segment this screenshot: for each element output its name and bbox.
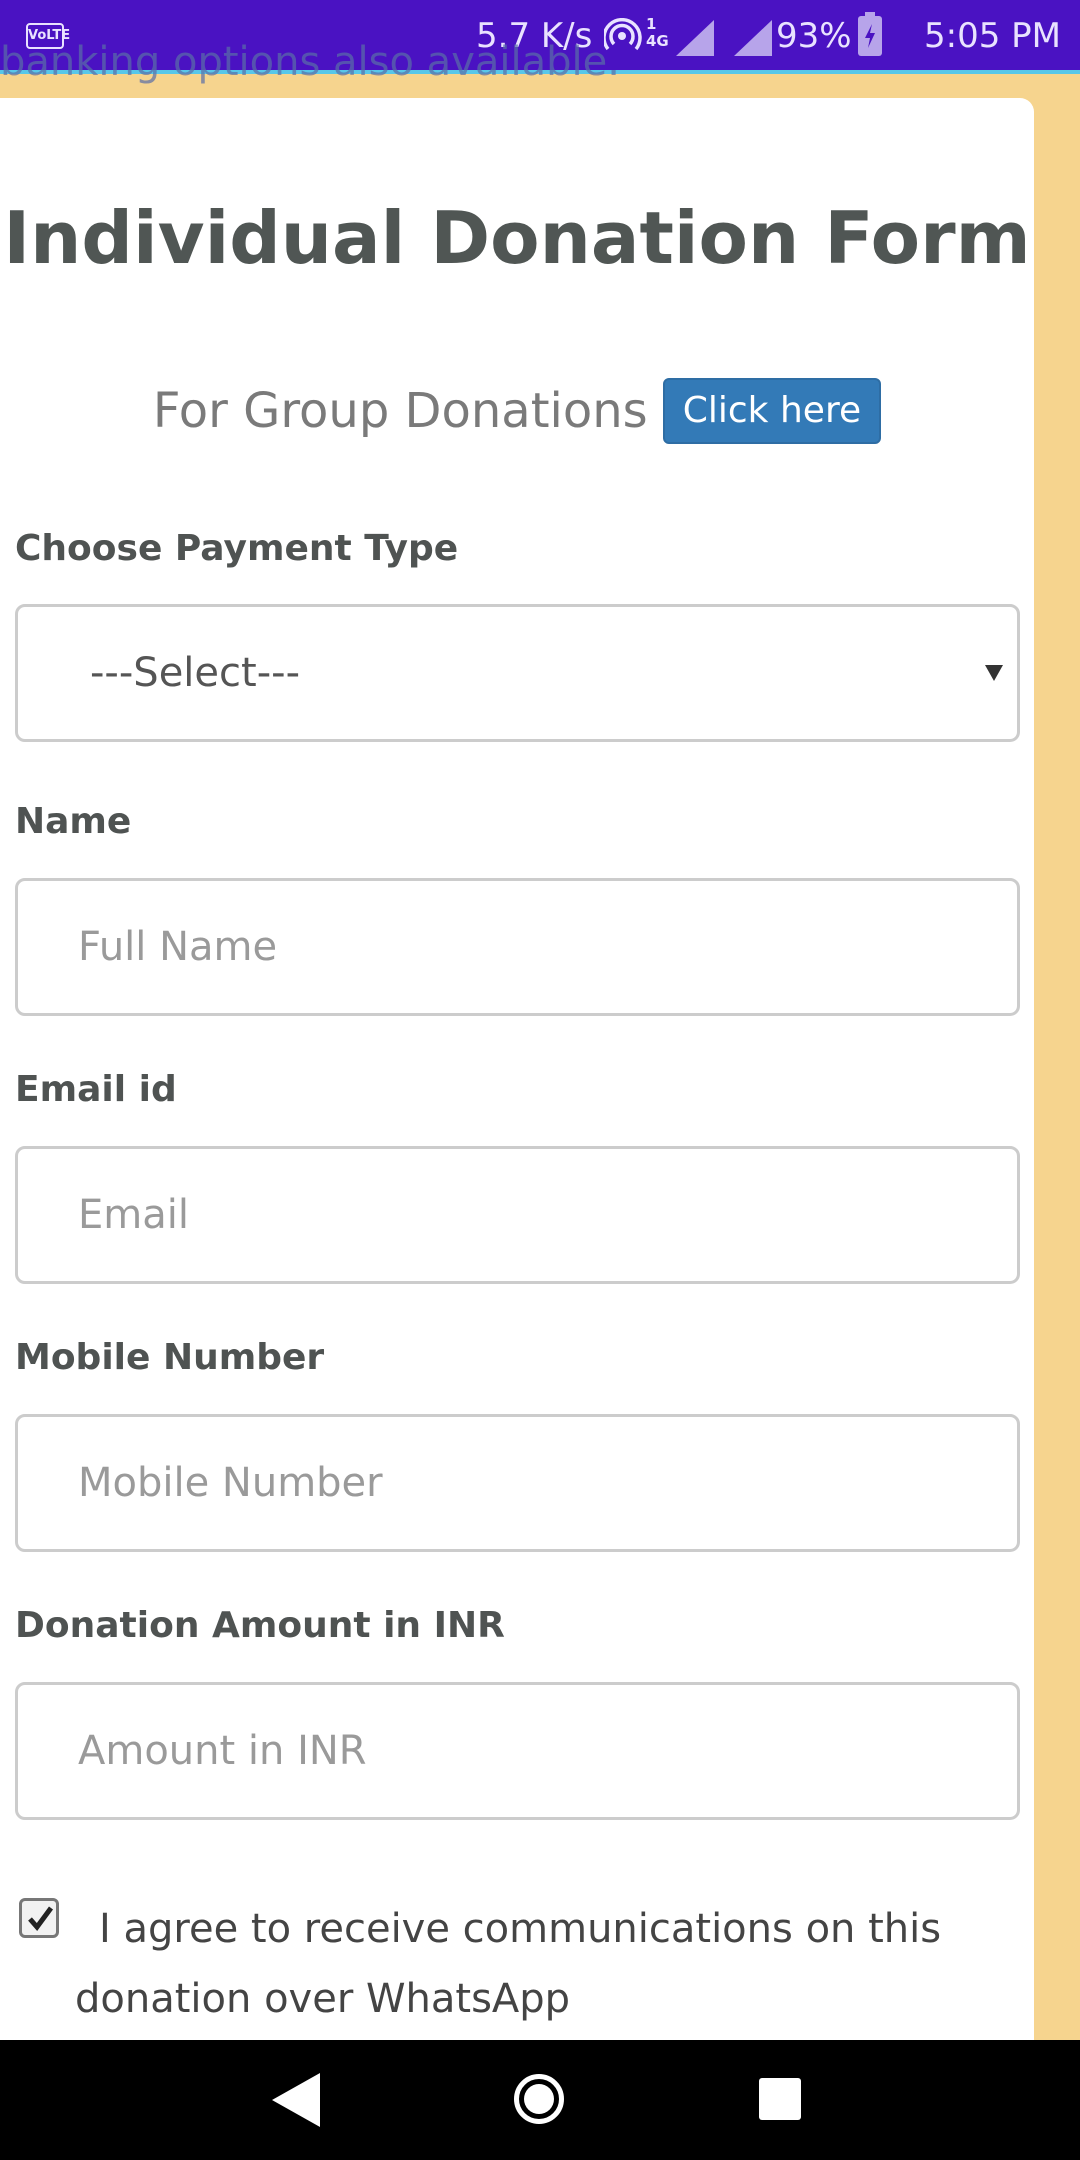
signal-icon (734, 20, 772, 56)
whatsapp-consent-checkbox[interactable] (19, 1898, 59, 1938)
payment-type-label: Choose Payment Type (15, 528, 459, 569)
payment-type-value: ---Select--- (90, 650, 300, 696)
amount-placeholder: Amount in INR (78, 1728, 367, 1774)
battery-icon (858, 12, 882, 56)
form-title: Individual Donation Form (3, 196, 1031, 280)
whatsapp-consent-text: I agree to receive communications on thi… (75, 1906, 942, 2022)
home-icon[interactable] (514, 2074, 564, 2124)
navigation-bar (0, 2040, 1080, 2160)
clock: 5:05 PM (924, 16, 1061, 56)
group-donation-row: For Group Donations Click here (0, 378, 1034, 444)
mobile-input[interactable]: Mobile Number (15, 1414, 1020, 1552)
partial-text: banking options also available. (0, 40, 620, 84)
group-donation-text: For Group Donations (152, 383, 648, 439)
donation-form-card: Individual Donation Form For Group Donat… (0, 98, 1034, 2098)
amount-input[interactable]: Amount in INR (15, 1682, 1020, 1820)
check-icon (28, 1906, 54, 1931)
email-input[interactable]: Email (15, 1146, 1020, 1284)
name-placeholder: Full Name (78, 924, 278, 970)
email-placeholder: Email (78, 1192, 189, 1238)
caret-down-icon (985, 665, 1003, 681)
name-label: Name (15, 801, 132, 842)
name-input[interactable]: Full Name (15, 878, 1020, 1016)
whatsapp-consent-row: I agree to receive communications on thi… (15, 1894, 1015, 2034)
recents-icon[interactable] (759, 2078, 801, 2120)
payment-type-select[interactable]: ---Select--- (15, 604, 1020, 742)
email-label: Email id (15, 1069, 177, 1110)
sim-number: 1 (646, 15, 657, 33)
battery-level: 93% (776, 16, 852, 56)
amount-label: Donation Amount in INR (15, 1605, 505, 1646)
mobile-placeholder: Mobile Number (78, 1460, 383, 1506)
back-icon[interactable] (272, 2073, 320, 2127)
mobile-label: Mobile Number (15, 1337, 325, 1378)
group-donation-button[interactable]: Click here (662, 378, 882, 444)
